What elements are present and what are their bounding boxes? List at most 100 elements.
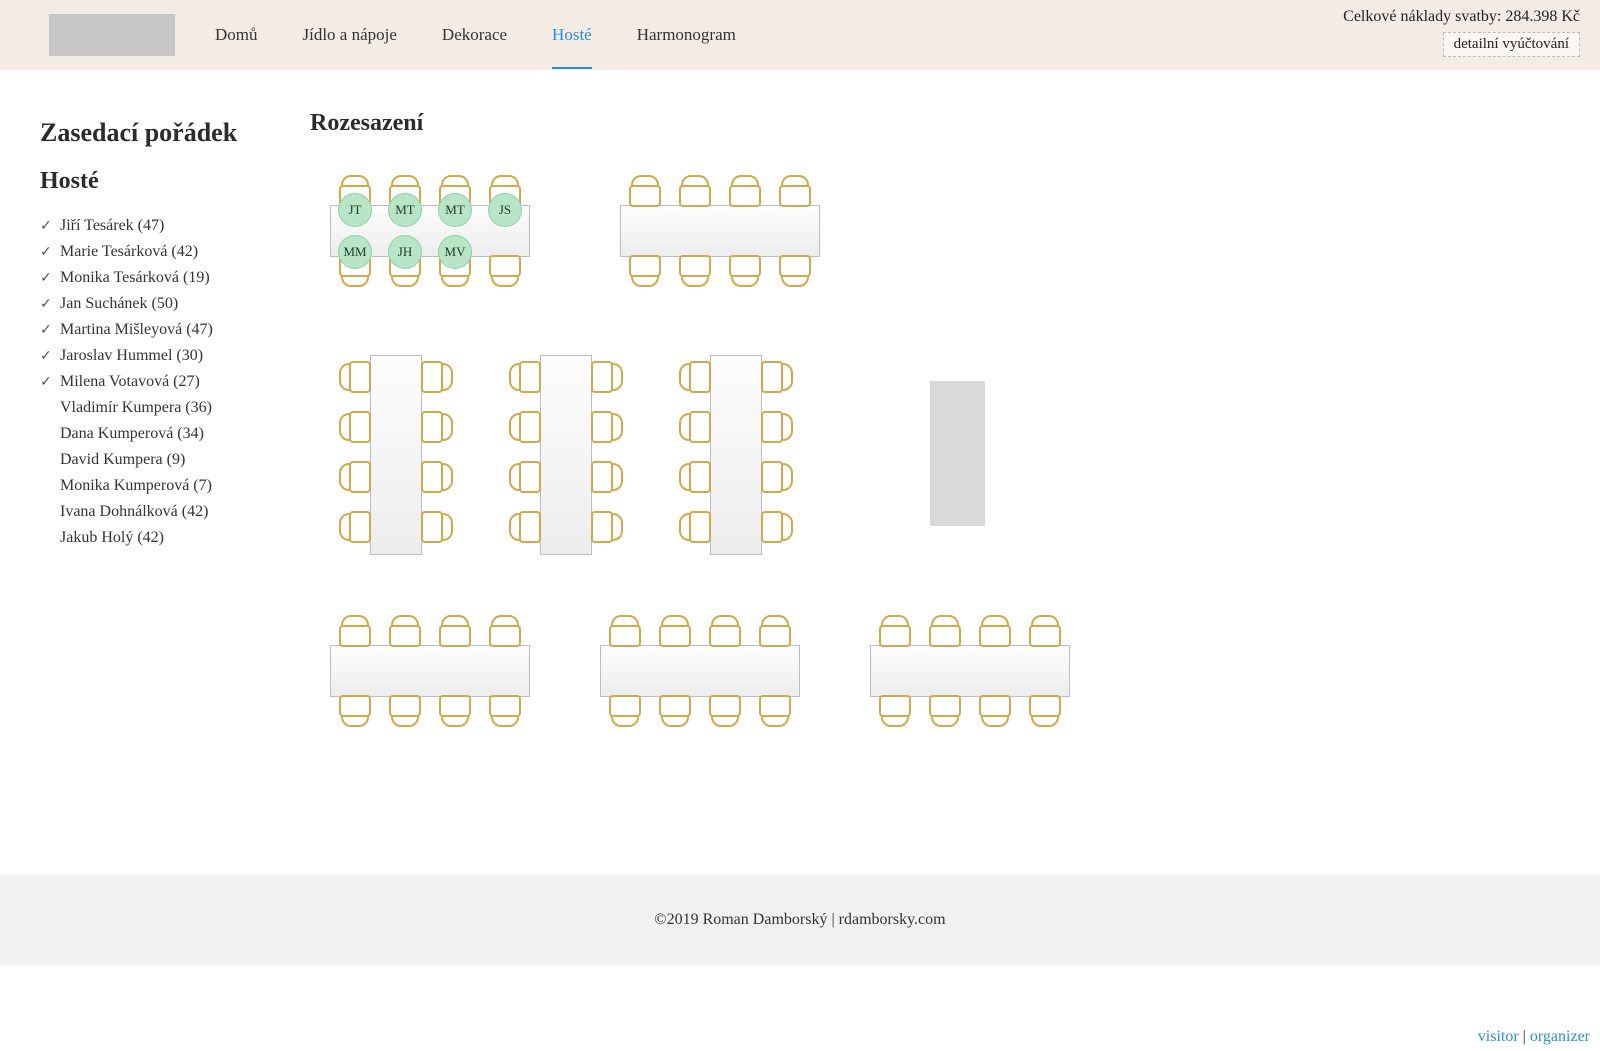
table[interactable] (600, 645, 800, 697)
chair[interactable] (389, 701, 421, 727)
guest-item[interactable]: ✓Jan Suchánek (50) (40, 291, 290, 317)
chair[interactable] (1029, 701, 1061, 727)
chair[interactable] (759, 701, 791, 727)
guest-item[interactable]: ✓Jiří Tesárek (47) (40, 213, 290, 239)
chair[interactable] (879, 615, 911, 641)
seated-guest[interactable]: MT (438, 193, 472, 227)
chair[interactable] (439, 615, 471, 641)
chair[interactable] (659, 701, 691, 727)
chair[interactable] (679, 361, 705, 393)
detail-link[interactable]: detailní vyúčtování (1443, 32, 1580, 57)
chair[interactable] (609, 701, 641, 727)
chair[interactable] (597, 411, 623, 443)
nav-item-dekorace[interactable]: Dekorace (442, 1, 507, 69)
guest-item[interactable]: ✓Monika Tesárková (19) (40, 265, 290, 291)
chair[interactable] (679, 261, 711, 287)
chair[interactable] (339, 615, 371, 641)
chair[interactable] (509, 361, 535, 393)
seated-guest[interactable]: JT (338, 193, 372, 227)
guest-item[interactable]: Vladimír Kumpera (36) (40, 395, 290, 421)
chair[interactable] (709, 701, 741, 727)
chair[interactable] (879, 701, 911, 727)
decor-placeholder[interactable] (930, 381, 985, 526)
nav-item-hosté[interactable]: Hosté (552, 1, 592, 69)
chair[interactable] (759, 615, 791, 641)
nav-item-domů[interactable]: Domů (215, 1, 258, 69)
chair[interactable] (767, 361, 793, 393)
chair[interactable] (779, 175, 811, 201)
guest-label: Martina Mišleyová (47) (60, 321, 213, 338)
chair[interactable] (609, 615, 641, 641)
guest-item[interactable]: Jakub Holý (42) (40, 525, 290, 551)
table[interactable] (870, 645, 1070, 697)
chair[interactable] (427, 511, 453, 543)
chair[interactable] (729, 175, 761, 201)
guest-label: Milena Votavová (27) (60, 373, 200, 390)
chair[interactable] (389, 615, 421, 641)
guest-item[interactable]: ✓Jaroslav Hummel (30) (40, 343, 290, 369)
chair[interactable] (679, 511, 705, 543)
table[interactable] (710, 355, 762, 555)
guest-item[interactable]: ✓Marie Tesárková (42) (40, 239, 290, 265)
seated-guest[interactable]: MM (338, 235, 372, 269)
guest-item[interactable]: David Kumpera (9) (40, 447, 290, 473)
chair[interactable] (729, 261, 761, 287)
chair[interactable] (489, 701, 521, 727)
chair[interactable] (339, 511, 365, 543)
chair[interactable] (679, 461, 705, 493)
chair[interactable] (767, 511, 793, 543)
guest-item[interactable]: ✓Milena Votavová (27) (40, 369, 290, 395)
chair[interactable] (509, 411, 535, 443)
cost-summary: Celkové náklady svatby: 284.398 Kč detai… (1343, 8, 1580, 57)
chair[interactable] (679, 411, 705, 443)
seated-guest[interactable]: JS (488, 193, 522, 227)
chair[interactable] (929, 701, 961, 727)
chair[interactable] (339, 461, 365, 493)
chair[interactable] (929, 615, 961, 641)
chair[interactable] (779, 261, 811, 287)
chair[interactable] (597, 461, 623, 493)
chair[interactable] (489, 261, 521, 287)
seated-guest[interactable]: MT (388, 193, 422, 227)
chair[interactable] (659, 615, 691, 641)
chair[interactable] (597, 361, 623, 393)
chair[interactable] (629, 261, 661, 287)
chair[interactable] (509, 461, 535, 493)
chair[interactable] (767, 411, 793, 443)
chair[interactable] (509, 511, 535, 543)
chair[interactable] (679, 175, 711, 201)
chair[interactable] (979, 701, 1011, 727)
guest-item[interactable]: Monika Kumperová (7) (40, 473, 290, 499)
chair[interactable] (339, 701, 371, 727)
seated-guest[interactable]: MV (438, 235, 472, 269)
guest-item[interactable]: ✓Martina Mišleyová (47) (40, 317, 290, 343)
chair[interactable] (709, 615, 741, 641)
chair[interactable] (767, 461, 793, 493)
floor-plan[interactable]: JT MT MT JS MM JH MV (310, 155, 1360, 815)
guest-item[interactable]: Dana Kumperová (34) (40, 421, 290, 447)
chair[interactable] (427, 461, 453, 493)
chair[interactable] (339, 411, 365, 443)
nav-item-jídlo-a-nápoje[interactable]: Jídlo a nápoje (303, 1, 397, 69)
visitor-link[interactable]: visitor (1478, 1028, 1519, 1045)
chair[interactable] (339, 361, 365, 393)
chair[interactable] (597, 511, 623, 543)
table[interactable] (620, 205, 820, 257)
chair[interactable] (1029, 615, 1061, 641)
table[interactable] (540, 355, 592, 555)
guest-list: ✓Jiří Tesárek (47)✓Marie Tesárková (42)✓… (40, 213, 290, 551)
guest-item[interactable]: Ivana Dohnálková (42) (40, 499, 290, 525)
chair[interactable] (489, 615, 521, 641)
table[interactable] (330, 645, 530, 697)
chair[interactable] (629, 175, 661, 201)
seated-guest[interactable]: JH (388, 235, 422, 269)
guest-label: David Kumpera (9) (60, 451, 185, 468)
cost-label: Celkové náklady svatby: (1343, 8, 1501, 25)
table[interactable] (370, 355, 422, 555)
chair[interactable] (427, 361, 453, 393)
chair[interactable] (979, 615, 1011, 641)
nav-item-harmonogram[interactable]: Harmonogram (637, 1, 736, 69)
organizer-link[interactable]: organizer (1530, 1028, 1590, 1045)
chair[interactable] (439, 701, 471, 727)
chair[interactable] (427, 411, 453, 443)
